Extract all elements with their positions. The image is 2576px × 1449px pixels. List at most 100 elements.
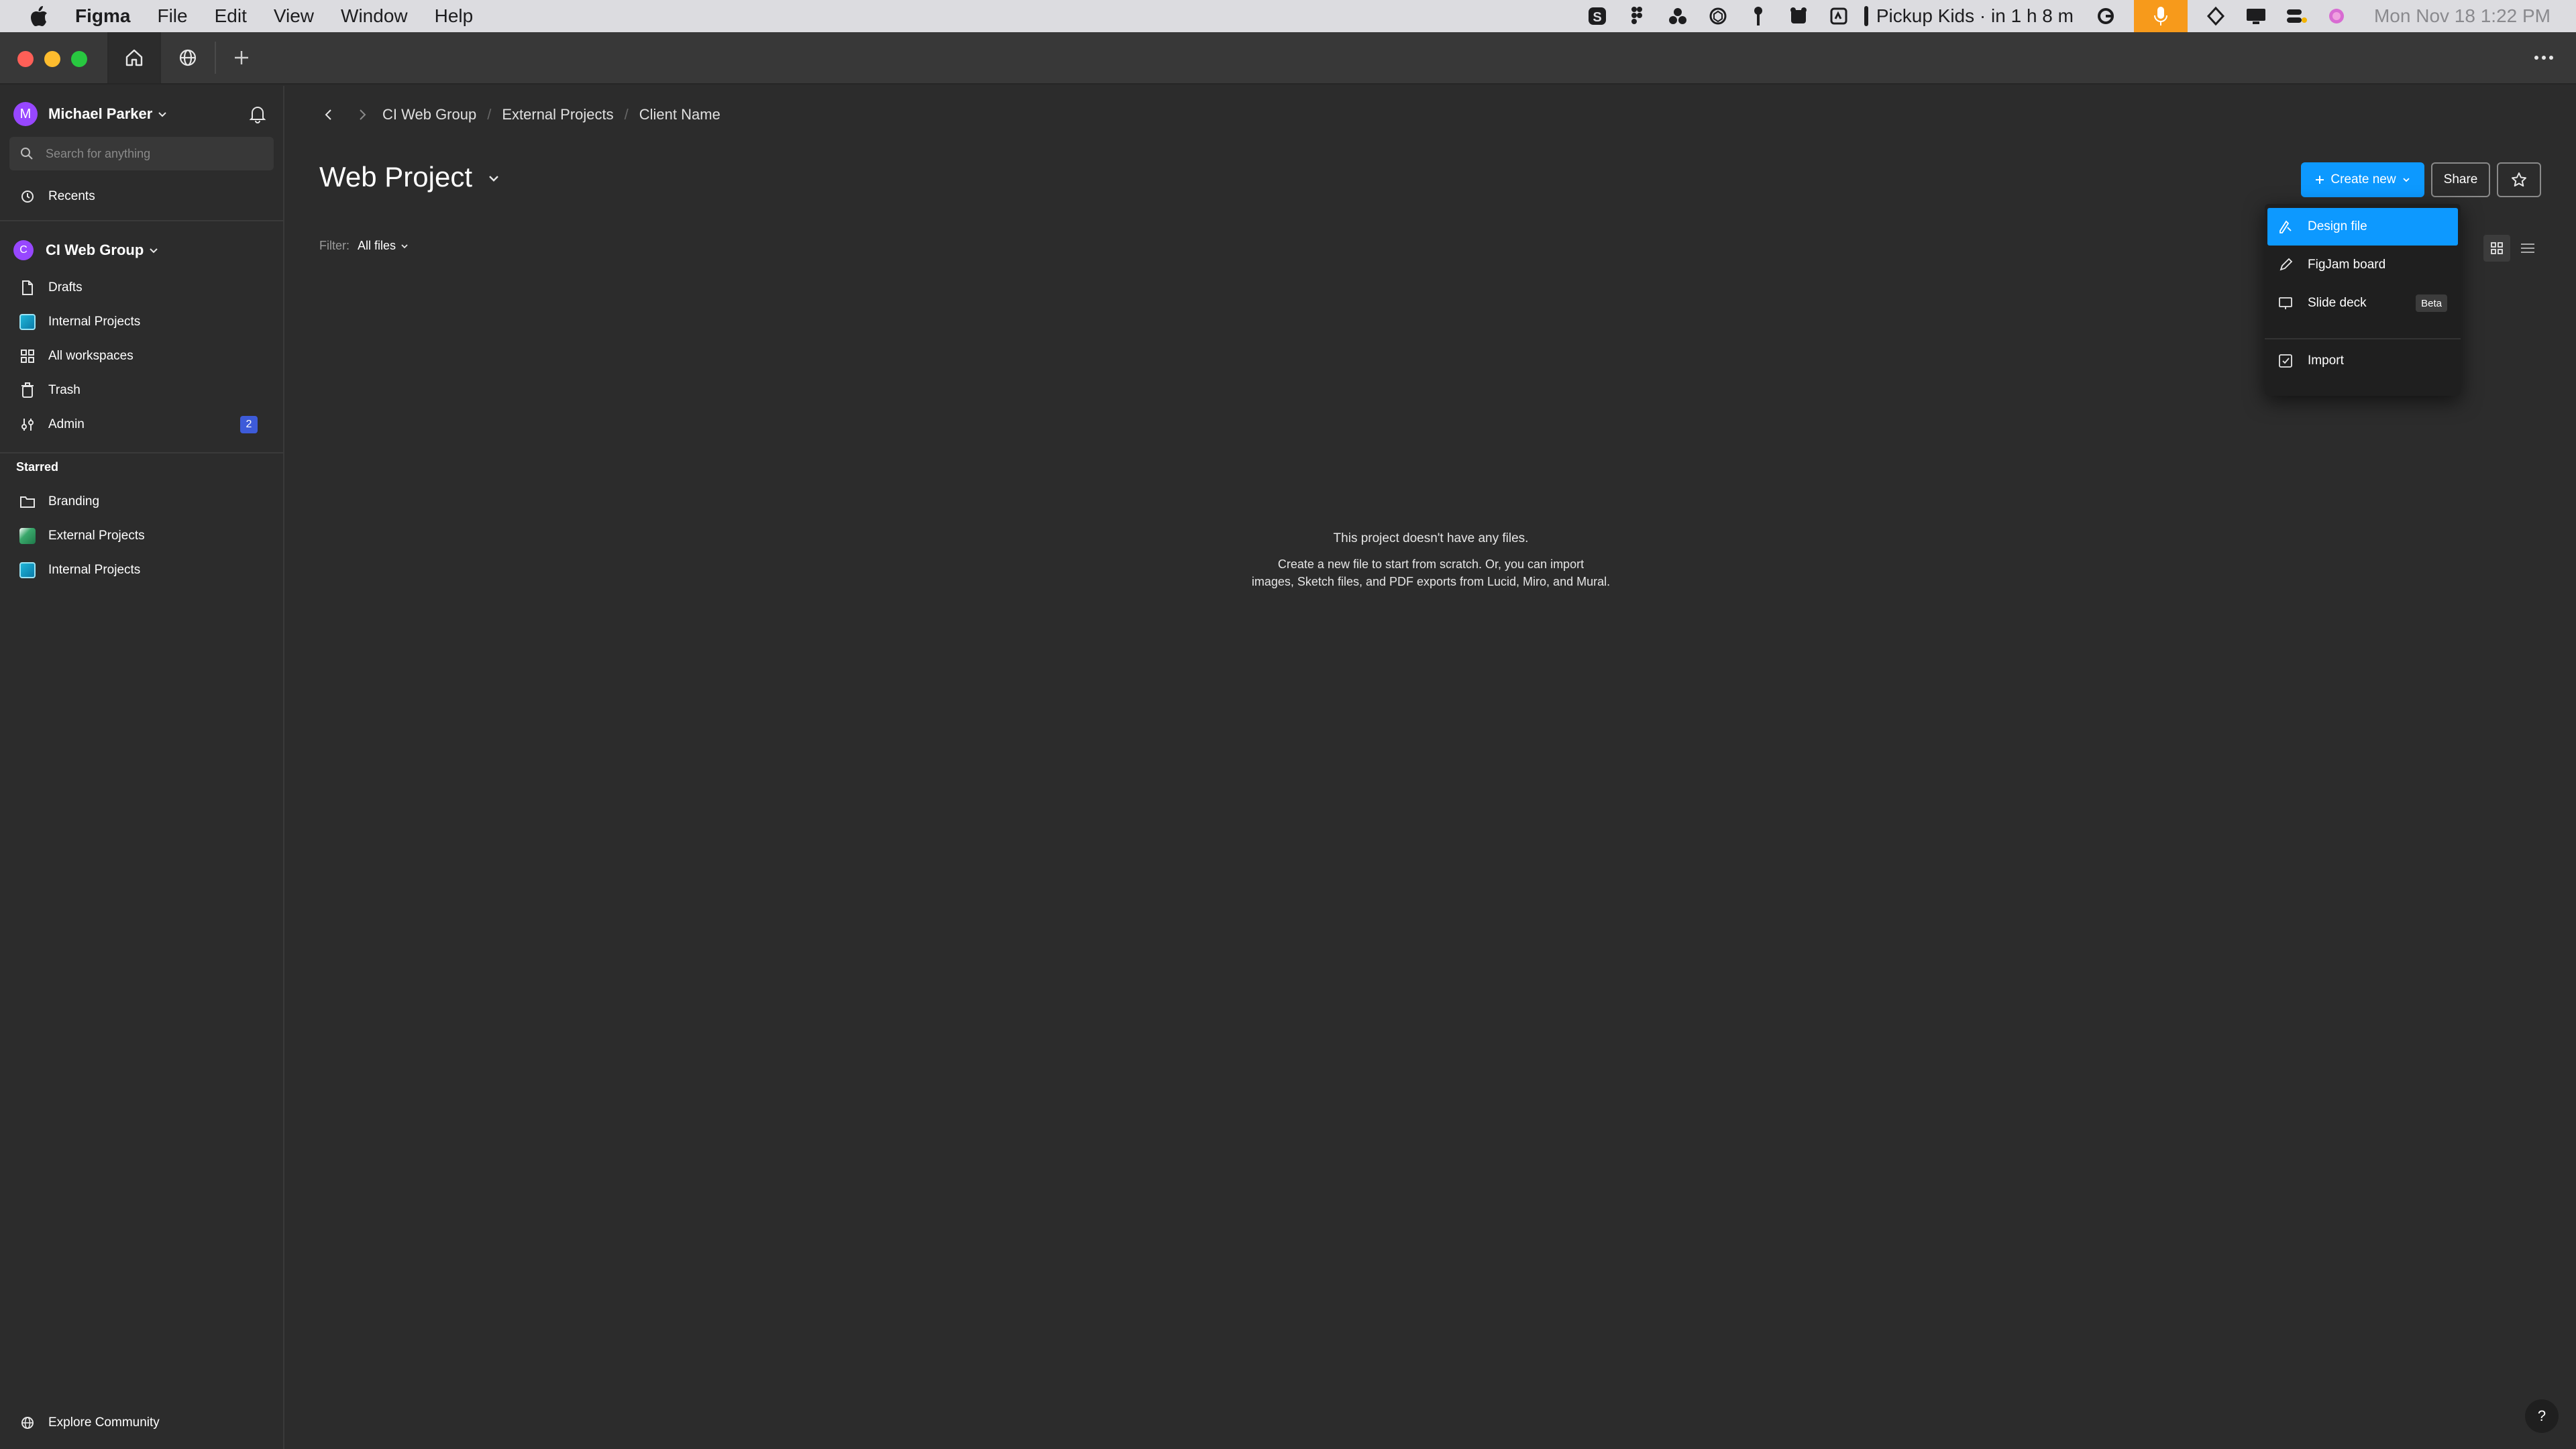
more-options-button[interactable] bbox=[2522, 32, 2565, 83]
figma-menubar-icon[interactable] bbox=[1626, 5, 1649, 28]
menu-item-design-file[interactable]: Design file bbox=[2267, 208, 2458, 246]
chevron-left-icon bbox=[325, 109, 331, 120]
sidebar-item-all-workspaces[interactable]: All workspaces bbox=[9, 341, 275, 372]
grid-view-button[interactable] bbox=[2483, 235, 2510, 262]
team-avatar: C bbox=[13, 240, 34, 260]
chevron-down-icon bbox=[489, 176, 498, 182]
menu-view[interactable]: View bbox=[274, 5, 314, 27]
globe-icon bbox=[19, 1414, 36, 1432]
clipboard-icon[interactable] bbox=[1827, 5, 1850, 28]
sidebar-item-label: Admin bbox=[48, 417, 85, 431]
chatgpt-icon[interactable] bbox=[1707, 5, 1729, 28]
sidebar-item-branding[interactable]: Branding bbox=[9, 486, 275, 517]
macos-menubar: Figma File Edit View Window Help S Picku… bbox=[0, 0, 2576, 32]
file-filter[interactable]: Filter: All files bbox=[319, 239, 409, 253]
breadcrumb-project[interactable]: External Projects bbox=[502, 106, 613, 123]
list-view-button[interactable] bbox=[2514, 235, 2541, 262]
display-icon[interactable] bbox=[2245, 5, 2267, 28]
team-name: CI Web Group bbox=[46, 241, 144, 258]
menu-file[interactable]: File bbox=[157, 5, 187, 27]
share-button[interactable]: Share bbox=[2431, 162, 2490, 197]
main-content: CI Web Group / External Projects / Clien… bbox=[286, 86, 2576, 1449]
close-window-button[interactable] bbox=[17, 51, 34, 67]
empty-state-line-1: Create a new file to start from scratch.… bbox=[1277, 557, 1585, 571]
user-name: Michael Parker bbox=[48, 105, 153, 122]
sidebar-item-label: Internal Projects bbox=[48, 563, 141, 577]
sidebar-item-admin[interactable]: Admin 2 bbox=[9, 409, 275, 440]
sidebar-item-external-projects[interactable]: External Projects bbox=[9, 521, 275, 551]
help-button[interactable]: ? bbox=[2525, 1399, 2559, 1433]
bell-icon bbox=[249, 107, 266, 123]
breadcrumb: CI Web Group / External Projects / Clien… bbox=[315, 98, 731, 131]
slide-deck-icon bbox=[2277, 294, 2294, 312]
create-new-menu: Design file FigJam board Slide deck Beta… bbox=[2265, 204, 2461, 396]
minimize-window-button[interactable] bbox=[44, 51, 60, 67]
menu-item-import[interactable]: Import bbox=[2267, 342, 2458, 380]
empty-state-line-2: images, Sketch files, and PDF exports fr… bbox=[1251, 575, 1611, 588]
globe-icon bbox=[179, 49, 197, 66]
reminder-color-bar bbox=[1864, 6, 1868, 26]
filter-label: Filter: bbox=[319, 239, 350, 252]
menubar-clock[interactable]: Mon Nov 18 1:22 PM bbox=[2374, 5, 2551, 27]
folder-icon bbox=[19, 493, 36, 511]
breadcrumb-team[interactable]: CI Web Group bbox=[382, 106, 476, 123]
admin-icon bbox=[19, 416, 36, 433]
sidebar-item-internal-projects-starred[interactable]: Internal Projects bbox=[9, 555, 275, 586]
pen-icon bbox=[2277, 256, 2294, 274]
create-new-button[interactable]: Create new bbox=[2301, 162, 2424, 197]
chevron-down-icon bbox=[2402, 178, 2410, 182]
pen-tool-menubar-icon[interactable] bbox=[2204, 5, 2227, 28]
chevron-right-icon bbox=[360, 109, 366, 120]
creative-cloud-icon[interactable] bbox=[1666, 5, 1689, 28]
back-button[interactable] bbox=[315, 101, 342, 128]
breadcrumb-separator: / bbox=[624, 106, 629, 123]
sidebar-item-internal-projects[interactable]: Internal Projects bbox=[9, 307, 275, 337]
project-options-button[interactable] bbox=[480, 165, 507, 192]
sidebar-item-drafts[interactable]: Drafts bbox=[9, 272, 275, 303]
calendar-reminder[interactable]: Pickup Kids · in 1 h 8 m bbox=[1864, 5, 2074, 27]
apple-icon[interactable] bbox=[25, 3, 52, 30]
forward-button[interactable] bbox=[349, 101, 376, 128]
sidebar-item-label: Explore Community bbox=[48, 1415, 160, 1430]
account-switcher[interactable]: M Michael Parker bbox=[13, 101, 168, 127]
menu-window[interactable]: Window bbox=[341, 5, 408, 27]
siri-icon[interactable] bbox=[2325, 5, 2348, 28]
new-tab-button[interactable] bbox=[215, 32, 268, 83]
sidebar-item-recents[interactable]: Recents bbox=[9, 181, 275, 212]
home-tab[interactable] bbox=[107, 32, 161, 83]
menu-edit[interactable]: Edit bbox=[215, 5, 247, 27]
reminder-text: Pickup Kids · in 1 h 8 m bbox=[1876, 5, 2074, 26]
sidebar-divider bbox=[0, 452, 284, 453]
team-switcher[interactable]: C CI Web Group bbox=[13, 235, 160, 266]
search-field[interactable] bbox=[9, 137, 274, 170]
plus-icon bbox=[235, 51, 248, 64]
avatar: M bbox=[13, 102, 38, 126]
search-input[interactable] bbox=[46, 146, 260, 161]
admin-count-badge: 2 bbox=[240, 416, 258, 433]
file-icon bbox=[19, 279, 36, 297]
key-icon[interactable] bbox=[1747, 5, 1770, 28]
favorite-button[interactable] bbox=[2497, 162, 2541, 197]
zoom-window-button[interactable] bbox=[71, 51, 87, 67]
breadcrumb-folder[interactable]: Client Name bbox=[639, 106, 720, 123]
community-tab[interactable] bbox=[161, 32, 215, 83]
menu-item-slide-deck[interactable]: Slide deck Beta bbox=[2267, 284, 2458, 322]
bear-icon[interactable] bbox=[1787, 5, 1810, 28]
app-menu-figma[interactable]: Figma bbox=[75, 5, 130, 27]
menu-item-label: Import bbox=[2308, 354, 2344, 368]
skype-icon[interactable]: S bbox=[1586, 5, 1609, 28]
star-icon bbox=[2512, 172, 2526, 187]
control-center-icon[interactable] bbox=[2285, 5, 2308, 28]
home-icon bbox=[125, 49, 143, 66]
microphone-icon[interactable] bbox=[2133, 0, 2188, 32]
menu-item-figjam-board[interactable]: FigJam board bbox=[2267, 246, 2458, 284]
chevron-down-icon bbox=[150, 248, 158, 254]
sidebar-item-label: Branding bbox=[48, 494, 100, 508]
menu-help[interactable]: Help bbox=[435, 5, 474, 27]
sidebar-item-trash[interactable]: Trash bbox=[9, 375, 275, 406]
notifications-button[interactable] bbox=[246, 101, 270, 127]
sidebar-item-label: All workspaces bbox=[48, 349, 133, 363]
sidebar-item-explore-community[interactable]: Explore Community bbox=[9, 1407, 275, 1438]
grammarly-icon[interactable] bbox=[2094, 5, 2117, 28]
menu-item-label: Design file bbox=[2308, 219, 2367, 233]
